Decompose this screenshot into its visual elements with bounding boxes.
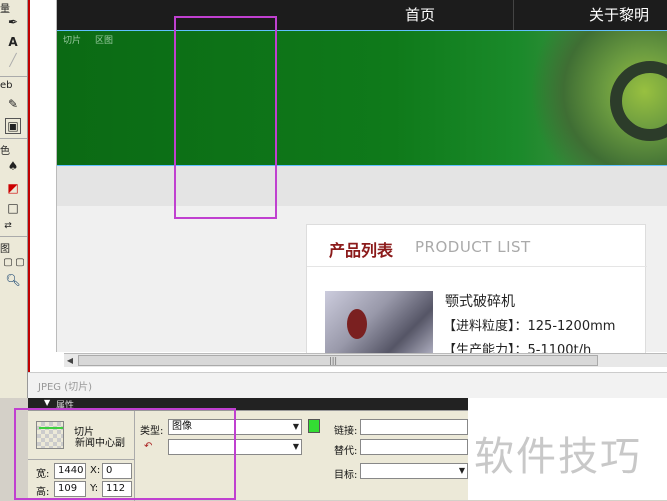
- tools-divider: [0, 138, 27, 139]
- product-spec-feed: 【进料粒度】：125-1200mm: [443, 319, 616, 334]
- text-tool-icon[interactable]: A: [5, 34, 21, 50]
- target-label: 目标:: [334, 470, 358, 481]
- nav-divider: [513, 0, 514, 30]
- stroke-color-icon[interactable]: ◩: [5, 180, 21, 196]
- horizontal-scrollbar[interactable]: ◀ |||: [64, 353, 667, 367]
- colors-section-label: 色: [0, 146, 10, 157]
- link-label: 链接:: [334, 426, 358, 437]
- alt-label: 替代:: [334, 446, 358, 457]
- link-input[interactable]: [360, 419, 468, 435]
- gray-band: [57, 166, 667, 206]
- paint-bucket-icon[interactable]: ♠: [5, 158, 21, 174]
- tools-panel: 量 ✒ A ╱ eb ✎ ▣ 色 ♠ ◩ □ ⇄ 图 ▢ ▢ 🔍︎: [0, 0, 28, 398]
- status-bar: JPEG (切片): [28, 372, 667, 398]
- nav-about[interactable]: 关于黎明: [589, 4, 649, 25]
- chevron-down-icon: ▼: [292, 442, 299, 451]
- zoom-tool-icon[interactable]: 🔍︎: [5, 272, 21, 288]
- slice-label: 切片: [63, 36, 82, 46]
- scrollbar-thumb[interactable]: |||: [78, 355, 598, 366]
- slice-color-swatch[interactable]: [308, 419, 320, 433]
- selection-highlight-canvas: [174, 16, 277, 219]
- banner-slice[interactable]: 切片 区图: [57, 30, 667, 166]
- pen-tool-icon[interactable]: ✒: [5, 14, 21, 30]
- slice-tool-icon[interactable]: ▣: [5, 118, 21, 134]
- swap-colors-icon[interactable]: ⇄: [0, 218, 16, 234]
- fill-color-icon[interactable]: □: [5, 200, 21, 216]
- banner-machine-image: [500, 31, 667, 165]
- nav-home[interactable]: 首页: [405, 4, 435, 25]
- status-text: JPEG (切片): [38, 382, 93, 393]
- product-list-header: 产品列表 PRODUCT LIST: [307, 225, 647, 267]
- full-screen-icon[interactable]: ▢: [12, 254, 28, 270]
- chevron-down-icon: ▼: [458, 466, 465, 475]
- scroll-left-icon[interactable]: ◀: [64, 354, 76, 367]
- product-image-wheel: [347, 309, 367, 339]
- chevron-down-icon: ▼: [292, 422, 299, 431]
- product-list-panel: 产品列表 PRODUCT LIST 颚式破碎机 【进料粒度】：125-1200m…: [306, 224, 647, 364]
- tools-section-label: 量: [0, 4, 10, 15]
- scrollbar-grip-icon: |||: [329, 356, 338, 365]
- alt-input[interactable]: [360, 439, 468, 455]
- site-nav-bar: 首页 关于黎明: [57, 0, 667, 30]
- target-select[interactable]: ▼: [360, 463, 468, 479]
- web-section-label: eb: [0, 80, 13, 91]
- collapse-arrow-icon[interactable]: ▼: [44, 398, 50, 407]
- knife-tool-icon[interactable]: ╱: [5, 52, 21, 68]
- view-section-label: 图: [0, 244, 10, 255]
- product-name: 颚式破碎机: [445, 294, 515, 310]
- tools-divider: [0, 236, 27, 237]
- product-image: [325, 291, 433, 361]
- tools-divider: [0, 76, 27, 77]
- watermark-text: 软件技巧: [474, 434, 642, 480]
- slice-label-secondary: 区图: [95, 36, 114, 46]
- document-canvas[interactable]: 首页 关于黎明 切片 区图 产品列表 PRODUCT LIST 颚式破碎机 【进…: [28, 0, 667, 372]
- product-list-subtitle: PRODUCT LIST: [415, 238, 531, 256]
- hotspot-tool-icon[interactable]: ✎: [5, 96, 21, 112]
- product-list-title: 产品列表: [329, 241, 394, 260]
- selection-highlight-props: [14, 408, 236, 500]
- banner-wheel-shape: [610, 61, 667, 141]
